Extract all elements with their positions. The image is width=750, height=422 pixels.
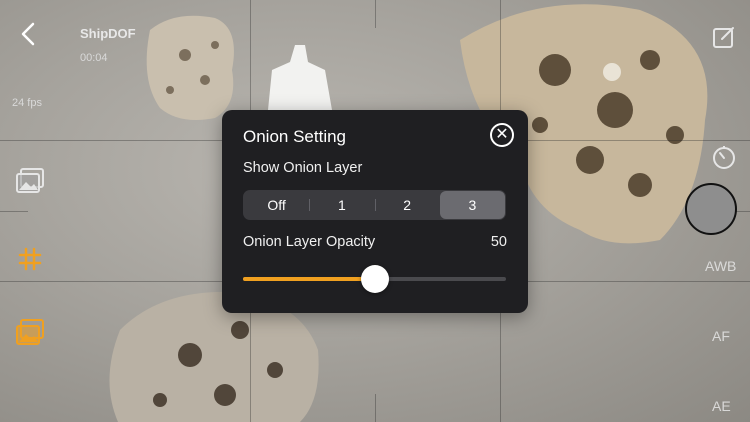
- opacity-slider[interactable]: [243, 265, 506, 293]
- opacity-value: 50: [490, 234, 507, 250]
- grid-line-v3: [375, 0, 376, 28]
- segment-1[interactable]: 1: [309, 191, 374, 219]
- grid-line-v4: [375, 394, 376, 422]
- close-button[interactable]: ✕: [490, 123, 514, 147]
- segment-off[interactable]: Off: [244, 191, 309, 219]
- project-time: 00:04: [80, 52, 108, 64]
- awb-button[interactable]: AWB: [705, 258, 736, 274]
- segment-3[interactable]: 3: [439, 191, 505, 219]
- fps-label: 24 fps: [12, 97, 42, 109]
- panel-title: Onion Setting: [243, 127, 347, 146]
- af-button[interactable]: AF: [712, 328, 730, 344]
- opacity-slider-fill: [243, 277, 375, 281]
- onion-layer-segmented-control: Off 1 2 3: [243, 190, 506, 220]
- segment-2[interactable]: 2: [374, 191, 440, 219]
- grid-icon[interactable]: [15, 244, 45, 274]
- edit-icon[interactable]: [709, 22, 739, 52]
- close-icon: ✕: [495, 126, 509, 143]
- gallery-icon[interactable]: [14, 166, 46, 196]
- timer-icon[interactable]: [709, 143, 739, 173]
- opacity-label: Onion Layer Opacity: [243, 234, 376, 250]
- show-onion-layer-label: Show Onion Layer: [243, 160, 363, 176]
- shutter-button[interactable]: [685, 183, 737, 235]
- back-chevron-icon[interactable]: [16, 20, 40, 48]
- project-name: ShipDOF: [80, 26, 136, 41]
- onion-layers-icon[interactable]: [14, 317, 46, 349]
- grid-line-h3: [0, 211, 28, 212]
- ae-button[interactable]: AE: [712, 398, 731, 414]
- onion-setting-panel: Onion Setting ✕ Show Onion Layer Off 1 2…: [222, 110, 528, 313]
- opacity-slider-thumb[interactable]: [360, 265, 389, 293]
